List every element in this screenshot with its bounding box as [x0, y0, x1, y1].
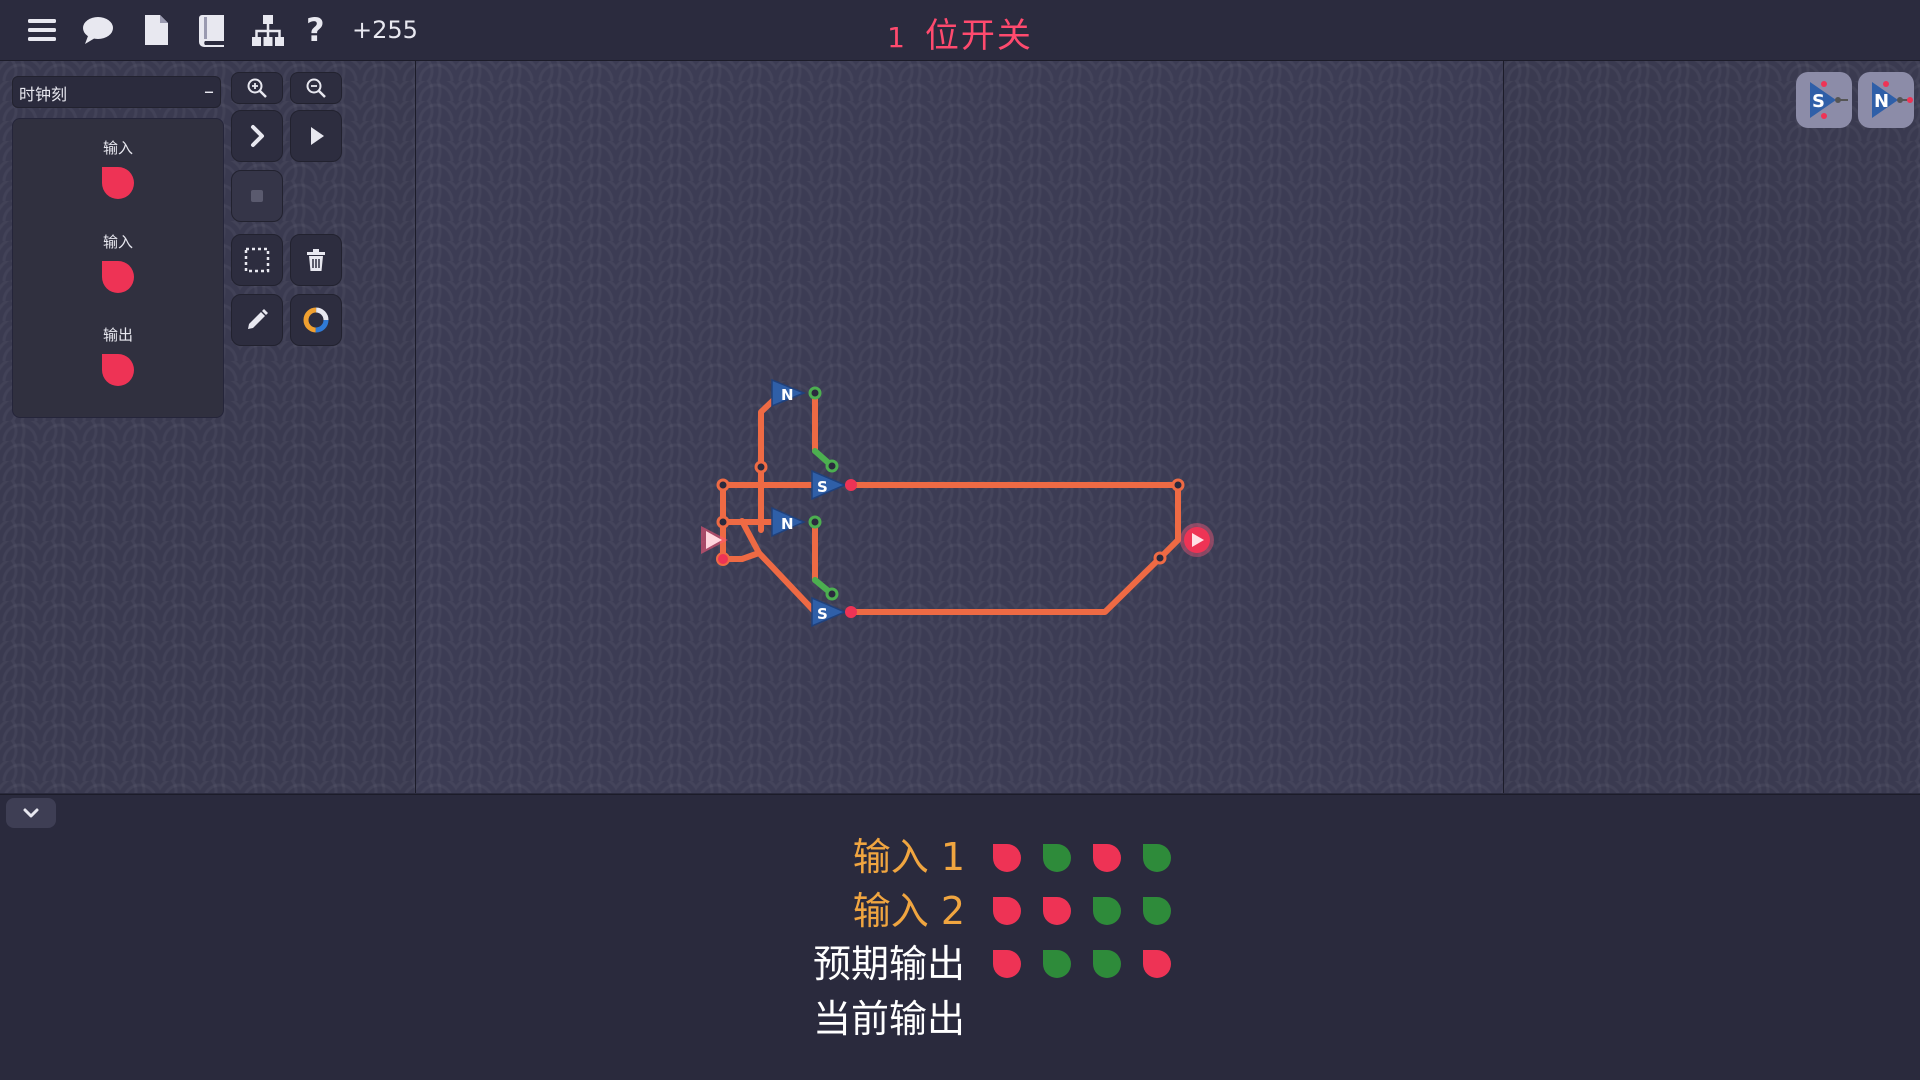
truth-table-cell-on [1091, 895, 1123, 927]
io-panel: 输入 输入 输出 [12, 118, 224, 418]
input-pin-icon[interactable] [99, 164, 137, 202]
io-item-input-2[interactable]: 输入 [13, 231, 223, 300]
clock-tick-label: 时钟刻 [19, 85, 68, 104]
s-label: S [817, 478, 828, 496]
zoom-out-button[interactable] [290, 72, 342, 104]
svg-text:N: N [1874, 91, 1889, 112]
clock-tick-dropdown[interactable]: 时钟刻 – [12, 76, 221, 108]
io-item-input-1[interactable]: 输入 [13, 137, 223, 206]
truth-table-cell-off [1091, 842, 1123, 874]
zoom-in-button[interactable] [231, 72, 283, 104]
stop-button[interactable] [231, 170, 283, 222]
io-item-output[interactable]: 输出 [13, 324, 223, 393]
color-wheel-icon [303, 307, 329, 333]
truth-table-cell-off [1141, 948, 1173, 980]
level-number: 1 [887, 21, 907, 54]
zoom-in-icon [247, 78, 267, 98]
n-transistor-icon: N [1872, 81, 1913, 118]
right-workspace [1504, 61, 1920, 793]
color-wheel-button[interactable] [290, 294, 342, 346]
pencil-button[interactable] [231, 294, 283, 346]
canvas-right-divider [1503, 61, 1504, 793]
s-transistor-icon: S [1810, 81, 1848, 119]
truth-table-input-1-label: 输入 1 [852, 835, 965, 879]
pencil-icon [248, 309, 268, 329]
canvas-left-divider [415, 61, 416, 793]
collapse-minus-icon[interactable]: – [204, 79, 214, 103]
input-pin-icon[interactable] [99, 258, 137, 296]
stop-icon [251, 190, 263, 202]
circuit-canvas[interactable] [416, 61, 1503, 793]
truth-table-cell-off [991, 948, 1023, 980]
truth-table-cell-off [991, 895, 1023, 927]
select-area-button[interactable] [231, 234, 283, 286]
play-icon [311, 127, 324, 145]
s-label: S [817, 605, 828, 623]
truth-table-cell-on [1141, 842, 1173, 874]
play-button[interactable] [290, 110, 342, 162]
level-title: 1 位开关 [0, 8, 1920, 57]
truth-table-cell-on [1141, 895, 1173, 927]
top-bar: ? +255 1 位开关 [0, 0, 1920, 61]
palette-s-transistor[interactable]: S [1796, 72, 1852, 128]
step-button[interactable] [231, 110, 283, 162]
io-label: 输入 [102, 139, 133, 157]
circuit-output-pin[interactable] [1180, 523, 1214, 557]
level-name: 位开关 [924, 16, 1033, 56]
output-pin-icon[interactable] [99, 351, 137, 389]
truth-table-cell-off [1041, 895, 1073, 927]
truth-table-cell-off [991, 842, 1023, 874]
chevron-right-icon [251, 125, 264, 147]
truth-table-cell-on [1091, 948, 1123, 980]
truth-table-current-label: 当前输出 [812, 997, 965, 1041]
svg-text:S: S [1812, 91, 1825, 112]
n-label: N [781, 386, 794, 404]
n-label: N [781, 515, 794, 533]
selection-icon [244, 247, 270, 273]
trash-icon [307, 249, 325, 271]
io-label: 输入 [102, 233, 133, 251]
truth-table-cell-on [1041, 948, 1073, 980]
palette-n-transistor[interactable]: N [1858, 72, 1914, 128]
delete-button[interactable] [290, 234, 342, 286]
truth-table-expected-label: 预期输出 [812, 942, 965, 986]
truth-table-cell-on [1041, 842, 1073, 874]
zoom-out-icon [306, 78, 326, 98]
chevron-down-icon [23, 808, 39, 818]
io-label: 输出 [102, 326, 133, 344]
truth-table-input-2-label: 输入 2 [852, 889, 965, 933]
collapse-panel-button[interactable] [6, 798, 56, 828]
